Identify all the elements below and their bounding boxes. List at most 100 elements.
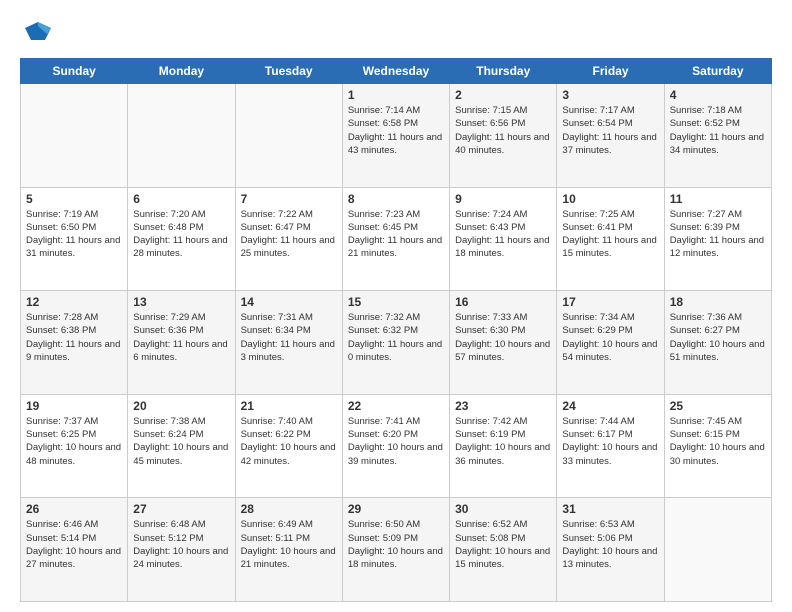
day-info: Sunrise: 7:40 AMSunset: 6:22 PMDaylight:… bbox=[241, 415, 337, 468]
day-info: Sunrise: 7:34 AMSunset: 6:29 PMDaylight:… bbox=[562, 311, 658, 364]
calendar-cell bbox=[664, 498, 771, 602]
calendar-cell: 12Sunrise: 7:28 AMSunset: 6:38 PMDayligh… bbox=[21, 291, 128, 395]
calendar-cell: 16Sunrise: 7:33 AMSunset: 6:30 PMDayligh… bbox=[450, 291, 557, 395]
calendar-cell bbox=[235, 84, 342, 188]
calendar-header-saturday: Saturday bbox=[664, 59, 771, 84]
day-info: Sunrise: 7:15 AMSunset: 6:56 PMDaylight:… bbox=[455, 104, 551, 157]
calendar-header-thursday: Thursday bbox=[450, 59, 557, 84]
day-info: Sunrise: 6:52 AMSunset: 5:08 PMDaylight:… bbox=[455, 518, 551, 571]
calendar-cell: 27 Sunrise: 6:48 AMSunset: 5:12 PMDayligh… bbox=[128, 498, 235, 602]
day-number: 29 bbox=[348, 502, 444, 516]
calendar-cell: 19 Sunrise: 7:37 AMSunset: 6:25 PMDayligh… bbox=[21, 394, 128, 498]
day-number: 15 bbox=[348, 295, 444, 309]
day-info: Sunrise: 7:42 AMSunset: 6:19 PMDaylight:… bbox=[455, 415, 551, 468]
calendar-cell: 6 Sunrise: 7:20 AMSunset: 6:48 PMDaylight… bbox=[128, 187, 235, 291]
calendar-cell: 26 Sunrise: 6:46 AMSunset: 5:14 PMDayligh… bbox=[21, 498, 128, 602]
day-number: 6 bbox=[133, 192, 229, 206]
day-number: 25 bbox=[670, 399, 766, 413]
day-info: Sunrise: 7:36 AMSunset: 6:27 PMDaylight:… bbox=[670, 311, 766, 364]
logo-icon bbox=[23, 18, 53, 48]
logo bbox=[20, 18, 53, 48]
day-info: Sunrise: 7:19 AMSunset: 6:50 PMDaylight:… bbox=[26, 208, 122, 261]
day-number: 3 bbox=[562, 88, 658, 102]
day-info: Sunrise: 7:18 AMSunset: 6:52 PMDaylight:… bbox=[670, 104, 766, 157]
day-info: Sunrise: 7:25 AMSunset: 6:41 PMDaylight:… bbox=[562, 208, 658, 261]
day-info: Sunrise: 7:37 AMSunset: 6:25 PMDaylight:… bbox=[26, 415, 122, 468]
day-number: 12 bbox=[26, 295, 122, 309]
calendar-cell: 2Sunrise: 7:15 AMSunset: 6:56 PMDaylight… bbox=[450, 84, 557, 188]
day-number: 11 bbox=[670, 192, 766, 206]
calendar-cell: 29 Sunrise: 6:50 AMSunset: 5:09 PMDayligh… bbox=[342, 498, 449, 602]
day-number: 24 bbox=[562, 399, 658, 413]
day-info: Sunrise: 7:33 AMSunset: 6:30 PMDaylight:… bbox=[455, 311, 551, 364]
calendar-cell: 3 Sunrise: 7:17 AMSunset: 6:54 PMDaylight… bbox=[557, 84, 664, 188]
calendar-week-row: 1Sunrise: 7:14 AMSunset: 6:58 PMDaylight… bbox=[21, 84, 772, 188]
day-info: Sunrise: 6:46 AMSunset: 5:14 PMDaylight:… bbox=[26, 518, 122, 571]
day-number: 31 bbox=[562, 502, 658, 516]
day-number: 13 bbox=[133, 295, 229, 309]
day-info: Sunrise: 7:45 AMSunset: 6:15 PMDaylight:… bbox=[670, 415, 766, 468]
calendar-cell: 13 Sunrise: 7:29 AMSunset: 6:36 PMDayligh… bbox=[128, 291, 235, 395]
calendar-cell: 30 Sunrise: 6:52 AMSunset: 5:08 PMDayligh… bbox=[450, 498, 557, 602]
calendar-cell: 25 Sunrise: 7:45 AMSunset: 6:15 PMDayligh… bbox=[664, 394, 771, 498]
day-number: 30 bbox=[455, 502, 551, 516]
calendar-header-wednesday: Wednesday bbox=[342, 59, 449, 84]
day-number: 19 bbox=[26, 399, 122, 413]
day-info: Sunrise: 7:22 AMSunset: 6:47 PMDaylight:… bbox=[241, 208, 337, 261]
day-number: 27 bbox=[133, 502, 229, 516]
day-number: 23 bbox=[455, 399, 551, 413]
calendar-cell: 11 Sunrise: 7:27 AMSunset: 6:39 PMDayligh… bbox=[664, 187, 771, 291]
day-info: Sunrise: 6:49 AMSunset: 5:11 PMDaylight:… bbox=[241, 518, 337, 571]
day-info: Sunrise: 7:17 AMSunset: 6:54 PMDaylight:… bbox=[562, 104, 658, 157]
calendar-header-row: SundayMondayTuesdayWednesdayThursdayFrid… bbox=[21, 59, 772, 84]
day-info: Sunrise: 6:48 AMSunset: 5:12 PMDaylight:… bbox=[133, 518, 229, 571]
day-info: Sunrise: 7:38 AMSunset: 6:24 PMDaylight:… bbox=[133, 415, 229, 468]
day-number: 18 bbox=[670, 295, 766, 309]
calendar-cell: 21 Sunrise: 7:40 AMSunset: 6:22 PMDayligh… bbox=[235, 394, 342, 498]
day-number: 1 bbox=[348, 88, 444, 102]
calendar-cell: 20 Sunrise: 7:38 AMSunset: 6:24 PMDayligh… bbox=[128, 394, 235, 498]
day-number: 20 bbox=[133, 399, 229, 413]
calendar-header-tuesday: Tuesday bbox=[235, 59, 342, 84]
calendar-cell: 5 Sunrise: 7:19 AMSunset: 6:50 PMDaylight… bbox=[21, 187, 128, 291]
calendar-header-monday: Monday bbox=[128, 59, 235, 84]
day-info: Sunrise: 7:29 AMSunset: 6:36 PMDaylight:… bbox=[133, 311, 229, 364]
day-info: Sunrise: 7:24 AMSunset: 6:43 PMDaylight:… bbox=[455, 208, 551, 261]
day-number: 9 bbox=[455, 192, 551, 206]
day-info: Sunrise: 7:32 AMSunset: 6:32 PMDaylight:… bbox=[348, 311, 444, 364]
calendar-cell: 7 Sunrise: 7:22 AMSunset: 6:47 PMDaylight… bbox=[235, 187, 342, 291]
calendar-cell: 8Sunrise: 7:23 AMSunset: 6:45 PMDaylight… bbox=[342, 187, 449, 291]
day-info: Sunrise: 6:53 AMSunset: 5:06 PMDaylight:… bbox=[562, 518, 658, 571]
day-number: 26 bbox=[26, 502, 122, 516]
calendar-cell bbox=[128, 84, 235, 188]
calendar-cell: 1Sunrise: 7:14 AMSunset: 6:58 PMDaylight… bbox=[342, 84, 449, 188]
day-info: Sunrise: 6:50 AMSunset: 5:09 PMDaylight:… bbox=[348, 518, 444, 571]
calendar-cell: 17 Sunrise: 7:34 AMSunset: 6:29 PMDayligh… bbox=[557, 291, 664, 395]
day-number: 10 bbox=[562, 192, 658, 206]
day-number: 8 bbox=[348, 192, 444, 206]
day-number: 22 bbox=[348, 399, 444, 413]
day-number: 21 bbox=[241, 399, 337, 413]
day-number: 7 bbox=[241, 192, 337, 206]
calendar-cell: 28 Sunrise: 6:49 AMSunset: 5:11 PMDayligh… bbox=[235, 498, 342, 602]
day-info: Sunrise: 7:27 AMSunset: 6:39 PMDaylight:… bbox=[670, 208, 766, 261]
calendar-cell: 10 Sunrise: 7:25 AMSunset: 6:41 PMDayligh… bbox=[557, 187, 664, 291]
day-info: Sunrise: 7:44 AMSunset: 6:17 PMDaylight:… bbox=[562, 415, 658, 468]
calendar-cell: 31 Sunrise: 6:53 AMSunset: 5:06 PMDayligh… bbox=[557, 498, 664, 602]
calendar-cell: 4 Sunrise: 7:18 AMSunset: 6:52 PMDaylight… bbox=[664, 84, 771, 188]
day-info: Sunrise: 7:41 AMSunset: 6:20 PMDaylight:… bbox=[348, 415, 444, 468]
day-number: 28 bbox=[241, 502, 337, 516]
calendar-week-row: 26 Sunrise: 6:46 AMSunset: 5:14 PMDayligh… bbox=[21, 498, 772, 602]
day-info: Sunrise: 7:20 AMSunset: 6:48 PMDaylight:… bbox=[133, 208, 229, 261]
day-number: 5 bbox=[26, 192, 122, 206]
day-number: 17 bbox=[562, 295, 658, 309]
calendar-cell: 22 Sunrise: 7:41 AMSunset: 6:20 PMDayligh… bbox=[342, 394, 449, 498]
calendar-cell: 14Sunrise: 7:31 AMSunset: 6:34 PMDayligh… bbox=[235, 291, 342, 395]
calendar-table: SundayMondayTuesdayWednesdayThursdayFrid… bbox=[20, 58, 772, 602]
header bbox=[20, 18, 772, 48]
page: SundayMondayTuesdayWednesdayThursdayFrid… bbox=[0, 0, 792, 612]
calendar-week-row: 12Sunrise: 7:28 AMSunset: 6:38 PMDayligh… bbox=[21, 291, 772, 395]
calendar-cell: 15 Sunrise: 7:32 AMSunset: 6:32 PMDayligh… bbox=[342, 291, 449, 395]
day-number: 4 bbox=[670, 88, 766, 102]
calendar-header-sunday: Sunday bbox=[21, 59, 128, 84]
